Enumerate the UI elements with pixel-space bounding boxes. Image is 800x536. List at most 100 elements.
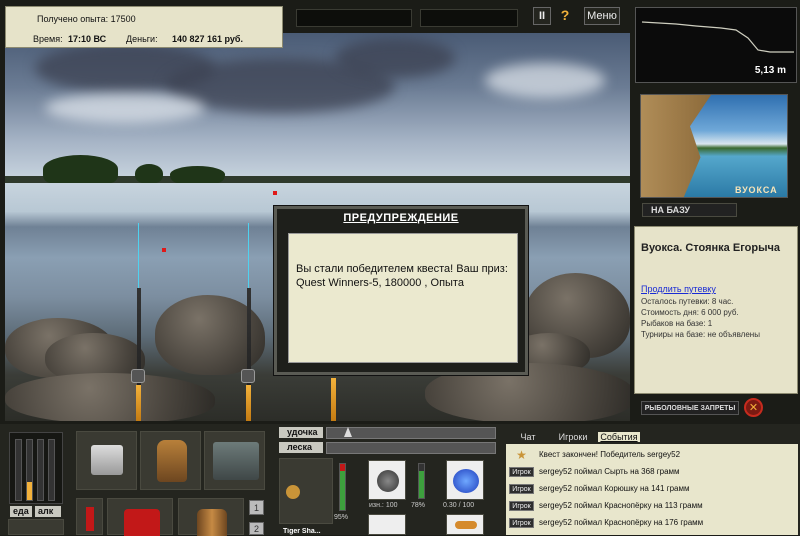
rod-tension-bar <box>326 427 496 439</box>
parchment <box>641 95 711 197</box>
fishers-count: Рыбаков на базе: 1 <box>641 319 713 328</box>
events-feed: ★ Квест закончен! Победитель sergey52 Иг… <box>506 444 798 535</box>
reel-slot[interactable] <box>368 460 406 500</box>
meter <box>37 439 44 501</box>
player-badge: Игрок <box>509 500 534 511</box>
reel-icon <box>131 369 145 383</box>
line-spool-label: 0.30 / 100 <box>443 502 475 509</box>
reel-icon <box>377 470 399 492</box>
permit-remaining: Осталось путевки: 8 час. <box>641 297 734 306</box>
tackle-box-icon <box>91 445 123 475</box>
warning-dialog[interactable]: ПРЕДУПРЕЖДЕНИЕ Вы стали победителем квес… <box>274 206 528 375</box>
line-spool-slot[interactable] <box>446 460 484 500</box>
experience-text: Получено опыта: 17500 <box>37 14 136 24</box>
dialog-message: Вы стали победителем квеста! Ваш приз: Q… <box>288 233 518 363</box>
star-icon: ★ <box>516 447 527 462</box>
tab-chat[interactable]: Чат <box>510 432 546 442</box>
list-item: Игрок sergey52 поймал Сырть на 368 грамм <box>509 464 680 479</box>
float-marker[interactable] <box>273 191 277 195</box>
rod-label: удочка <box>279 427 323 438</box>
tab-events[interactable]: События <box>598 432 640 442</box>
help-button[interactable]: ? <box>556 7 574 25</box>
cloud <box>335 38 455 78</box>
money-label: Деньги: <box>126 34 158 44</box>
lure-icon <box>286 485 300 499</box>
hook-slot[interactable] <box>368 514 406 535</box>
island <box>170 166 225 183</box>
island <box>43 155 118 183</box>
fishing-line <box>138 223 139 293</box>
line-tension-bar <box>326 442 496 454</box>
fishing-bans-button[interactable]: РЫБОЛОВНЫЕ ЗАПРЕТЫ <box>641 401 739 415</box>
to-base-button[interactable]: НА БАЗУ <box>642 203 737 217</box>
reel-wear-percent: 78% <box>411 502 426 509</box>
player-badge: Игрок <box>509 466 534 477</box>
location-image-caption: ВУОКСА <box>735 185 778 195</box>
bait-slot[interactable] <box>446 514 484 535</box>
tension-marker <box>344 427 352 437</box>
reel-wear: изн.: 100 <box>369 502 398 509</box>
bucket-slot[interactable] <box>107 498 173 536</box>
bucket-icon <box>124 509 160 536</box>
player-badge: Игрок <box>509 483 534 494</box>
time-value: 17:10 ВС <box>68 34 107 44</box>
time-label: Время: <box>33 34 63 44</box>
event-text: sergey52 поймал Сырть на 368 грамм <box>539 467 680 476</box>
menu-button[interactable]: Меню <box>584 7 620 25</box>
reel-icon <box>241 369 255 383</box>
tackle-box-slot[interactable] <box>76 431 137 490</box>
cloud <box>45 93 205 123</box>
map-case-icon <box>213 442 259 480</box>
money-value: 140 827 161 руб. <box>172 34 243 44</box>
reel-meter <box>418 463 425 499</box>
barrel-icon <box>197 509 227 536</box>
event-text: sergey52 поймал Краснопёрку на 176 грамм <box>539 518 704 527</box>
status-meters <box>9 432 63 504</box>
rod-slot[interactable] <box>279 458 333 524</box>
player-info-panel: Получено опыта: 17500 Время: 17:10 ВС Де… <box>5 6 283 48</box>
cloud <box>485 63 605 98</box>
rock <box>5 373 215 421</box>
rod-meter <box>339 463 346 511</box>
map-case-slot[interactable] <box>204 431 265 490</box>
empty-slot <box>420 9 518 27</box>
rod-name: Tiger Sha... <box>283 528 321 535</box>
location-info-panel: Вуокса. Стоянка Егорыча Продлить путевку… <box>634 226 798 394</box>
pause-button[interactable]: II <box>533 7 551 25</box>
event-text: Квест закончен! Победитель sergey52 <box>539 450 681 459</box>
island <box>135 164 163 183</box>
rod-handle <box>331 378 336 421</box>
slot-1-button[interactable]: 1 <box>249 500 264 515</box>
fishing-line <box>248 223 249 293</box>
depth-value: 5,13 m <box>754 65 786 76</box>
event-text: sergey52 поймал Краснопёрку на 113 грамм <box>539 501 703 510</box>
no-fishing-icon[interactable]: ✕ <box>744 398 763 417</box>
extend-permit-link[interactable]: Продлить путевку <box>641 284 716 294</box>
firecracker-icon <box>86 507 94 531</box>
empty-slot <box>296 9 412 27</box>
meter <box>48 439 55 501</box>
backpack-slot[interactable] <box>140 431 201 490</box>
barrel-slot[interactable] <box>178 498 244 536</box>
backpack-icon <box>157 440 187 482</box>
bait-icon <box>455 521 477 529</box>
rod-wear-percent: 95% <box>334 514 349 521</box>
food-meter <box>26 439 33 501</box>
slot-2-button[interactable]: 2 <box>249 522 264 535</box>
rod-handle <box>136 385 141 421</box>
depth-graph: 5,13 m <box>635 7 797 83</box>
dialog-title: ПРЕДУПРЕЖДЕНИЕ <box>343 212 459 224</box>
tab-players[interactable]: Игроки <box>548 432 598 442</box>
alcohol-label: алк <box>35 506 61 517</box>
tournaments: Турниры на базе: не объявлены <box>641 330 760 339</box>
player-badge: Игрок <box>509 517 534 528</box>
location-title: Вуокса. Стоянка Егорыча <box>641 242 780 254</box>
location-image: ВУОКСА <box>640 94 788 198</box>
list-item: Игрок sergey52 поймал Корюшку на 141 гра… <box>509 481 690 496</box>
list-item: Игрок sergey52 поймал Краснопёрку на 176… <box>509 515 703 530</box>
line-label: леска <box>279 442 323 453</box>
inventory-slot[interactable] <box>8 519 64 535</box>
line-spool-icon <box>453 469 479 493</box>
firecracker-slot[interactable] <box>76 498 103 535</box>
float-marker[interactable] <box>162 248 166 252</box>
